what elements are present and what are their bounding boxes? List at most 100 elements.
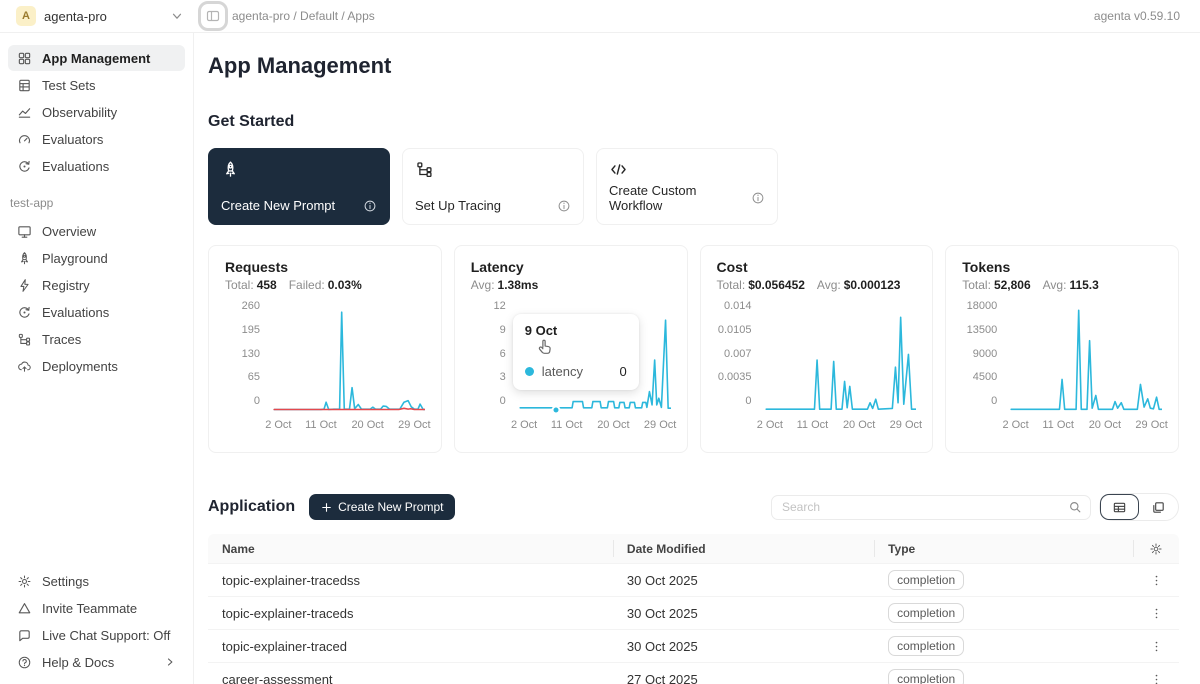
sidebar-item-playground[interactable]: Playground [8, 245, 185, 271]
sidebar-item-evaluations-app[interactable]: Evaluations [8, 299, 185, 325]
y-axis-labels: 260195130650 [225, 301, 269, 407]
view-toggle [1099, 493, 1179, 521]
chart-stats: Total:458 Failed:0.03% [225, 278, 425, 292]
table-view-button[interactable] [1100, 494, 1139, 520]
card-view-button[interactable] [1139, 494, 1178, 520]
type-badge: completion [888, 669, 964, 684]
table-row[interactable]: topic-explainer-traceds 30 Oct 2025 comp… [208, 596, 1179, 629]
gauge-icon [17, 132, 32, 147]
tracing-icon [415, 160, 571, 179]
x-axis-labels: 2 Oct11 Oct20 Oct29 Oct [1006, 419, 1162, 433]
sidebar-item-app-management[interactable]: App Management [8, 45, 185, 71]
breadcrumb[interactable]: agenta-pro / Default / Apps [232, 9, 375, 23]
set-up-tracing-card[interactable]: Set Up Tracing [402, 148, 584, 225]
latency-chart-card: Latency Avg:1.38ms 129630 2 Oct11 Oct20 … [454, 245, 688, 453]
sidebar-item-label: Help & Docs [42, 655, 114, 670]
create-custom-workflow-card[interactable]: Create Custom Workflow [596, 148, 778, 225]
column-header-name: Name [208, 534, 613, 563]
table-view-icon [1112, 500, 1127, 515]
tooltip-series-name: latency [542, 364, 583, 379]
click-indicator-ring [198, 1, 228, 31]
chevron-down-icon [170, 9, 184, 23]
sidebar-item-registry[interactable]: Registry [8, 272, 185, 298]
sidebar-item-label: Registry [42, 278, 90, 293]
cost-line-chart[interactable] [761, 306, 917, 412]
info-icon[interactable] [557, 199, 571, 213]
application-header: Application Create New Prompt [208, 493, 1179, 521]
table-row[interactable]: topic-explainer-tracedss 30 Oct 2025 com… [208, 563, 1179, 596]
triangle-icon [17, 601, 32, 616]
sidebar-item-label: Invite Teammate [42, 601, 137, 616]
sidebar-item-invite-teammate[interactable]: Invite Teammate [8, 595, 185, 621]
main-content: App Management Get Started Create New Pr… [194, 33, 1200, 684]
table-header: Name Date Modified Type [208, 534, 1179, 563]
sidebar-item-evaluators[interactable]: Evaluators [8, 126, 185, 152]
row-menu-icon[interactable] [1144, 572, 1169, 589]
sidebar: App Management Test Sets Observability E… [0, 33, 194, 684]
sidebar-item-traces[interactable]: Traces [8, 326, 185, 352]
hand-cursor-icon [535, 337, 553, 356]
chart-title: Cost [717, 259, 917, 275]
sidebar-section-test-app: test-app [10, 196, 183, 210]
info-icon[interactable] [751, 191, 765, 205]
sidebar-item-overview[interactable]: Overview [8, 218, 185, 244]
info-icon[interactable] [363, 199, 377, 213]
sidebar-item-label: Playground [42, 251, 108, 266]
app-date-modified: 30 Oct 2025 [613, 606, 874, 621]
refresh-circle-icon [17, 159, 32, 174]
search-input[interactable] [782, 500, 1068, 514]
search-box [771, 495, 1091, 520]
lightning-icon [17, 278, 32, 293]
sidebar-item-live-chat-support[interactable]: Live Chat Support: Off [8, 622, 185, 648]
sidebar-item-help-docs[interactable]: Help & Docs [8, 649, 185, 675]
chart-tooltip: 9 Oct latency 0 [513, 314, 639, 390]
row-menu-icon[interactable] [1144, 638, 1169, 655]
column-header-date-modified: Date Modified [613, 534, 874, 563]
sidebar-item-evaluations[interactable]: Evaluations [8, 153, 185, 179]
sidebar-item-label: Settings [42, 574, 89, 589]
sidebar-item-observability[interactable]: Observability [8, 99, 185, 125]
chart-line-icon [17, 105, 32, 120]
series-dot [525, 367, 534, 376]
page-title: App Management [208, 53, 1179, 79]
rocket-icon [17, 251, 32, 266]
sidebar-item-label: Test Sets [42, 78, 95, 93]
tooltip-series-row: latency 0 [525, 364, 627, 379]
chevron-right-icon [164, 656, 176, 668]
tokens-line-chart[interactable] [1006, 306, 1162, 412]
sidebar-item-label: Traces [42, 332, 81, 347]
sidebar-collapse-button[interactable] [198, 1, 228, 31]
card-view-icon [1151, 500, 1166, 515]
applications-table: Name Date Modified Type topic-explainer-… [208, 534, 1179, 684]
requests-line-chart[interactable] [269, 306, 425, 412]
grid-icon [17, 51, 32, 66]
search-icon[interactable] [1068, 500, 1082, 514]
y-axis-labels: 0.0140.01050.0070.00350 [717, 301, 761, 407]
table-settings-gear-icon[interactable] [1149, 542, 1163, 556]
row-menu-icon[interactable] [1144, 671, 1169, 684]
cloud-icon [17, 359, 32, 374]
row-menu-icon[interactable] [1144, 605, 1169, 622]
sidebar-item-label: Evaluations [42, 305, 109, 320]
sidebar-item-settings[interactable]: Settings [8, 568, 185, 594]
workspace-selector[interactable]: A agenta-pro [0, 6, 194, 26]
x-axis-labels: 2 Oct11 Oct20 Oct29 Oct [269, 419, 425, 433]
y-axis-labels: 1800013500900045000 [962, 301, 1006, 407]
sidebar-item-test-sets[interactable]: Test Sets [8, 72, 185, 98]
x-axis-labels: 2 Oct11 Oct20 Oct29 Oct [515, 419, 671, 433]
table-row[interactable]: topic-explainer-traced 30 Oct 2025 compl… [208, 629, 1179, 662]
refresh-circle-icon [17, 305, 32, 320]
sidebar-item-label: Live Chat Support: Off [42, 628, 170, 643]
app-name: career-assessment [208, 672, 613, 684]
cost-chart-card: Cost Total:$0.056452 Avg:$0.000123 0.014… [700, 245, 934, 453]
monitor-icon [17, 224, 32, 239]
sidebar-item-label: App Management [42, 51, 150, 66]
tooltip-date: 9 Oct [525, 323, 627, 338]
sidebar-item-deployments[interactable]: Deployments [8, 353, 185, 379]
table-row[interactable]: career-assessment 27 Oct 2025 completion [208, 662, 1179, 684]
active-point-dot [552, 405, 561, 414]
create-new-prompt-card[interactable]: Create New Prompt [208, 148, 390, 225]
chart-stats: Total:52,806 Avg:115.3 [962, 278, 1162, 292]
create-new-prompt-button[interactable]: Create New Prompt [309, 494, 455, 520]
card-label: Set Up Tracing [415, 198, 501, 213]
